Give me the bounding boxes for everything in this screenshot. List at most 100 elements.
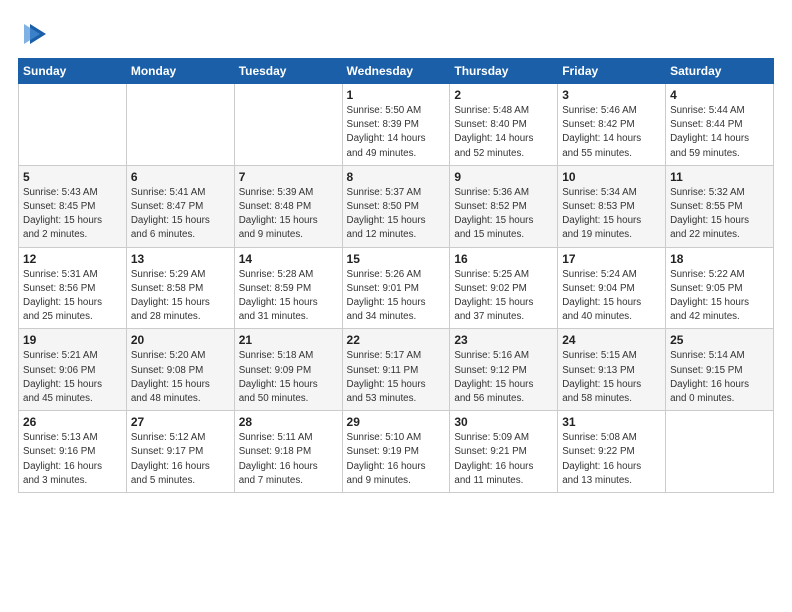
- day-cell: 29 Sunrise: 5:10 AM Sunset: 9:19 PM Dayli…: [342, 411, 450, 493]
- day-number: 6: [131, 170, 230, 184]
- day-number: 1: [347, 88, 446, 102]
- day-cell: 23Sunrise: 5:16 AM Sunset: 9:12 PM Dayli…: [450, 329, 558, 411]
- page: SundayMondayTuesdayWednesdayThursdayFrid…: [0, 0, 792, 612]
- day-cell: 5Sunrise: 5:43 AM Sunset: 8:45 PM Daylig…: [19, 165, 127, 247]
- col-header-thursday: Thursday: [450, 59, 558, 84]
- col-header-saturday: Saturday: [666, 59, 774, 84]
- day-number: 30: [454, 415, 553, 429]
- week-row-2: 5Sunrise: 5:43 AM Sunset: 8:45 PM Daylig…: [19, 165, 774, 247]
- week-row-1: 1 Sunrise: 5:50 AM Sunset: 8:39 PM Daylig…: [19, 84, 774, 166]
- day-cell: 26 Sunrise: 5:13 AM Sunset: 9:16 PM Dayli…: [19, 411, 127, 493]
- day-cell: 4 Sunrise: 5:44 AM Sunset: 8:44 PM Daylig…: [666, 84, 774, 166]
- day-info: Sunrise: 5:17 AM Sunset: 9:11 PM Dayligh…: [347, 349, 446, 406]
- day-number: 11: [670, 170, 769, 184]
- day-number: 28: [239, 415, 338, 429]
- col-header-sunday: Sunday: [19, 59, 127, 84]
- col-header-monday: Monday: [126, 59, 234, 84]
- day-number: 14: [239, 252, 338, 266]
- day-number: 2: [454, 88, 553, 102]
- day-info: Sunrise: 5:37 AM Sunset: 8:50 PM Dayligh…: [347, 186, 446, 243]
- day-number: 3: [562, 88, 661, 102]
- day-cell: 18Sunrise: 5:22 AM Sunset: 9:05 PM Dayli…: [666, 247, 774, 329]
- logo-icon: [22, 20, 50, 48]
- calendar: SundayMondayTuesdayWednesdayThursdayFrid…: [18, 58, 774, 493]
- day-info: Sunrise: 5:10 AM Sunset: 9:19 PM Dayligh…: [347, 431, 446, 488]
- day-info: Sunrise: 5:39 AM Sunset: 8:48 PM Dayligh…: [239, 186, 338, 243]
- day-info: Sunrise: 5:21 AM Sunset: 9:06 PM Dayligh…: [23, 349, 122, 406]
- day-cell: 27 Sunrise: 5:12 AM Sunset: 9:17 PM Dayli…: [126, 411, 234, 493]
- day-cell: 24 Sunrise: 5:15 AM Sunset: 9:13 PM Dayli…: [558, 329, 666, 411]
- day-cell: 1 Sunrise: 5:50 AM Sunset: 8:39 PM Daylig…: [342, 84, 450, 166]
- day-number: 12: [23, 252, 122, 266]
- day-cell: 8 Sunrise: 5:37 AM Sunset: 8:50 PM Daylig…: [342, 165, 450, 247]
- day-info: Sunrise: 5:16 AM Sunset: 9:12 PM Dayligh…: [454, 349, 553, 406]
- day-cell: 11Sunrise: 5:32 AM Sunset: 8:55 PM Dayli…: [666, 165, 774, 247]
- day-cell: 7 Sunrise: 5:39 AM Sunset: 8:48 PM Daylig…: [234, 165, 342, 247]
- day-info: Sunrise: 5:08 AM Sunset: 9:22 PM Dayligh…: [562, 431, 661, 488]
- day-cell: 22 Sunrise: 5:17 AM Sunset: 9:11 PM Dayli…: [342, 329, 450, 411]
- day-info: Sunrise: 5:12 AM Sunset: 9:17 PM Dayligh…: [131, 431, 230, 488]
- col-header-wednesday: Wednesday: [342, 59, 450, 84]
- day-cell: [234, 84, 342, 166]
- day-info: Sunrise: 5:18 AM Sunset: 9:09 PM Dayligh…: [239, 349, 338, 406]
- header: [18, 18, 774, 48]
- header-row: SundayMondayTuesdayWednesdayThursdayFrid…: [19, 59, 774, 84]
- day-info: Sunrise: 5:20 AM Sunset: 9:08 PM Dayligh…: [131, 349, 230, 406]
- day-cell: 9Sunrise: 5:36 AM Sunset: 8:52 PM Daylig…: [450, 165, 558, 247]
- day-info: Sunrise: 5:46 AM Sunset: 8:42 PM Dayligh…: [562, 104, 661, 161]
- day-info: Sunrise: 5:34 AM Sunset: 8:53 PM Dayligh…: [562, 186, 661, 243]
- day-cell: [19, 84, 127, 166]
- day-number: 7: [239, 170, 338, 184]
- day-cell: 3 Sunrise: 5:46 AM Sunset: 8:42 PM Daylig…: [558, 84, 666, 166]
- day-info: Sunrise: 5:15 AM Sunset: 9:13 PM Dayligh…: [562, 349, 661, 406]
- day-cell: 30 Sunrise: 5:09 AM Sunset: 9:21 PM Dayli…: [450, 411, 558, 493]
- day-number: 18: [670, 252, 769, 266]
- day-number: 13: [131, 252, 230, 266]
- day-number: 20: [131, 333, 230, 347]
- day-cell: 10Sunrise: 5:34 AM Sunset: 8:53 PM Dayli…: [558, 165, 666, 247]
- week-row-4: 19 Sunrise: 5:21 AM Sunset: 9:06 PM Dayli…: [19, 329, 774, 411]
- day-cell: 6 Sunrise: 5:41 AM Sunset: 8:47 PM Daylig…: [126, 165, 234, 247]
- day-number: 9: [454, 170, 553, 184]
- day-number: 5: [23, 170, 122, 184]
- day-info: Sunrise: 5:41 AM Sunset: 8:47 PM Dayligh…: [131, 186, 230, 243]
- day-number: 27: [131, 415, 230, 429]
- week-row-3: 12 Sunrise: 5:31 AM Sunset: 8:56 PM Dayli…: [19, 247, 774, 329]
- day-cell: 20 Sunrise: 5:20 AM Sunset: 9:08 PM Dayli…: [126, 329, 234, 411]
- day-number: 21: [239, 333, 338, 347]
- day-cell: 16 Sunrise: 5:25 AM Sunset: 9:02 PM Dayli…: [450, 247, 558, 329]
- day-info: Sunrise: 5:48 AM Sunset: 8:40 PM Dayligh…: [454, 104, 553, 161]
- week-row-5: 26 Sunrise: 5:13 AM Sunset: 9:16 PM Dayli…: [19, 411, 774, 493]
- day-number: 29: [347, 415, 446, 429]
- day-number: 24: [562, 333, 661, 347]
- day-info: Sunrise: 5:31 AM Sunset: 8:56 PM Dayligh…: [23, 268, 122, 325]
- day-info: Sunrise: 5:26 AM Sunset: 9:01 PM Dayligh…: [347, 268, 446, 325]
- day-info: Sunrise: 5:11 AM Sunset: 9:18 PM Dayligh…: [239, 431, 338, 488]
- col-header-tuesday: Tuesday: [234, 59, 342, 84]
- day-info: Sunrise: 5:13 AM Sunset: 9:16 PM Dayligh…: [23, 431, 122, 488]
- day-info: Sunrise: 5:50 AM Sunset: 8:39 PM Dayligh…: [347, 104, 446, 161]
- day-info: Sunrise: 5:25 AM Sunset: 9:02 PM Dayligh…: [454, 268, 553, 325]
- day-number: 8: [347, 170, 446, 184]
- day-cell: 2 Sunrise: 5:48 AM Sunset: 8:40 PM Daylig…: [450, 84, 558, 166]
- day-number: 25: [670, 333, 769, 347]
- day-cell: 12 Sunrise: 5:31 AM Sunset: 8:56 PM Dayli…: [19, 247, 127, 329]
- day-cell: 17Sunrise: 5:24 AM Sunset: 9:04 PM Dayli…: [558, 247, 666, 329]
- day-number: 19: [23, 333, 122, 347]
- day-number: 31: [562, 415, 661, 429]
- day-info: Sunrise: 5:09 AM Sunset: 9:21 PM Dayligh…: [454, 431, 553, 488]
- day-info: Sunrise: 5:29 AM Sunset: 8:58 PM Dayligh…: [131, 268, 230, 325]
- day-cell: [666, 411, 774, 493]
- day-info: Sunrise: 5:14 AM Sunset: 9:15 PM Dayligh…: [670, 349, 769, 406]
- day-cell: 21 Sunrise: 5:18 AM Sunset: 9:09 PM Dayli…: [234, 329, 342, 411]
- day-cell: 14 Sunrise: 5:28 AM Sunset: 8:59 PM Dayli…: [234, 247, 342, 329]
- day-number: 16: [454, 252, 553, 266]
- day-info: Sunrise: 5:44 AM Sunset: 8:44 PM Dayligh…: [670, 104, 769, 161]
- logo: [18, 18, 50, 48]
- day-number: 22: [347, 333, 446, 347]
- day-info: Sunrise: 5:28 AM Sunset: 8:59 PM Dayligh…: [239, 268, 338, 325]
- day-number: 4: [670, 88, 769, 102]
- day-cell: 28 Sunrise: 5:11 AM Sunset: 9:18 PM Dayli…: [234, 411, 342, 493]
- day-number: 26: [23, 415, 122, 429]
- day-cell: 31 Sunrise: 5:08 AM Sunset: 9:22 PM Dayli…: [558, 411, 666, 493]
